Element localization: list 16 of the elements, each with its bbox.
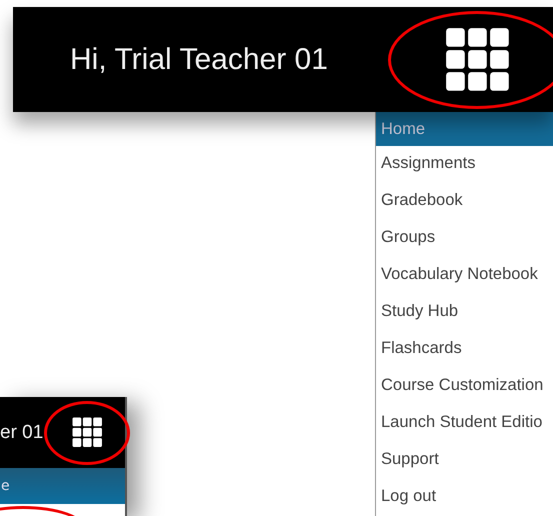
menu-item[interactable]: Log out	[376, 479, 553, 516]
menu-item[interactable]: Launch Student Editio	[376, 405, 553, 442]
menu-item[interactable]: Gradebook	[376, 183, 553, 220]
menu-item[interactable]: Flashcards	[376, 331, 553, 368]
menu-item[interactable]: Course Customization	[376, 368, 553, 405]
menu-item[interactable]: Groups	[376, 220, 553, 257]
menu-item[interactable]: Vocabulary Notebook	[376, 257, 553, 294]
menu-item[interactable]: Study Hub	[376, 294, 553, 331]
menu-item[interactable]: e	[0, 468, 125, 504]
greeting-text: er 01	[0, 422, 44, 444]
menu-item[interactable]: Assignments	[376, 146, 553, 183]
menu-item[interactable]: Support	[376, 442, 553, 479]
grid-menu-icon[interactable]	[445, 26, 511, 92]
greeting-text: Hi, Trial Teacher 01	[70, 42, 328, 76]
grid-menu-icon[interactable]	[72, 417, 103, 448]
menu-item[interactable]: Home	[376, 112, 553, 146]
